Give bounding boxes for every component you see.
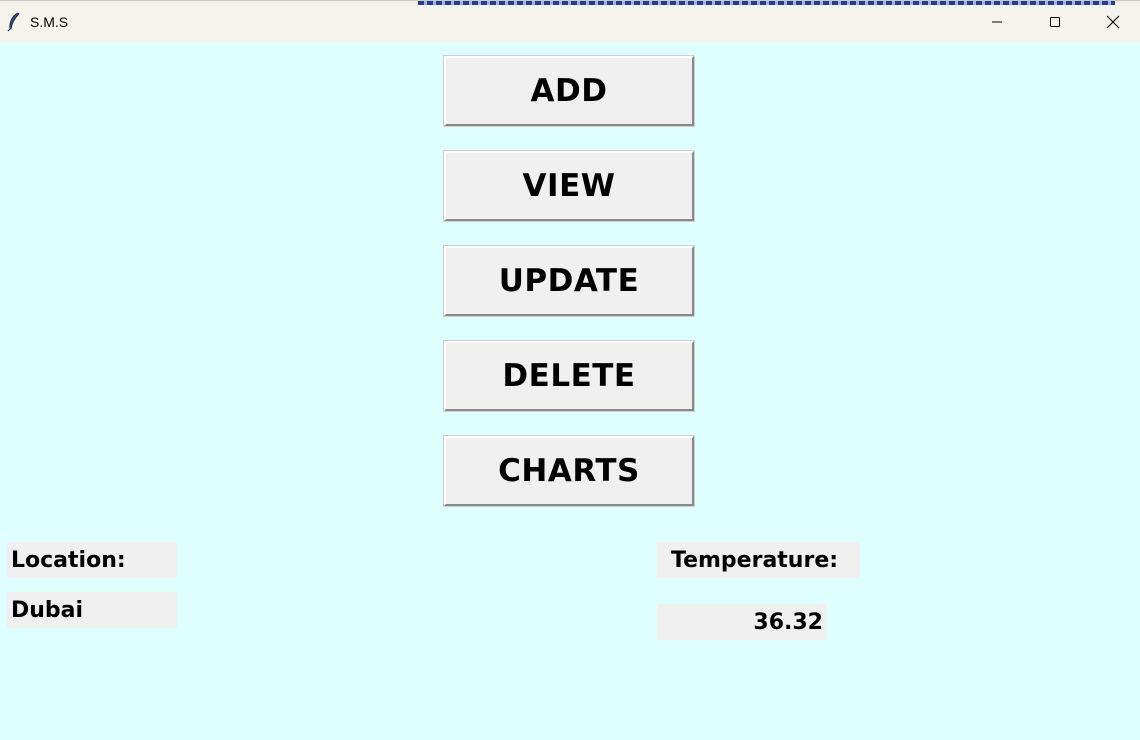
maximize-button[interactable]	[1026, 1, 1084, 43]
view-button[interactable]: VIEW	[443, 150, 695, 222]
minimize-button[interactable]	[968, 1, 1026, 43]
delete-button[interactable]: DELETE	[443, 340, 695, 412]
temperature-value: 36.32	[657, 604, 827, 640]
window-title: S.M.S	[30, 14, 69, 30]
title-bar: S.M.S	[0, 0, 1140, 42]
location-label: Location:	[7, 542, 177, 578]
location-value: Dubai	[7, 592, 177, 628]
close-icon	[1106, 15, 1120, 29]
main-window-area: ADD VIEW UPDATE DELETE CHARTS Location: …	[0, 42, 1140, 740]
close-button[interactable]	[1084, 1, 1140, 43]
maximize-icon	[1050, 17, 1060, 27]
minimize-icon	[992, 21, 1002, 23]
temperature-label: Temperature:	[657, 542, 860, 578]
update-button[interactable]: UPDATE	[443, 245, 695, 317]
feather-icon	[7, 12, 20, 32]
charts-button[interactable]: CHARTS	[443, 435, 695, 507]
add-button[interactable]: ADD	[443, 55, 695, 127]
